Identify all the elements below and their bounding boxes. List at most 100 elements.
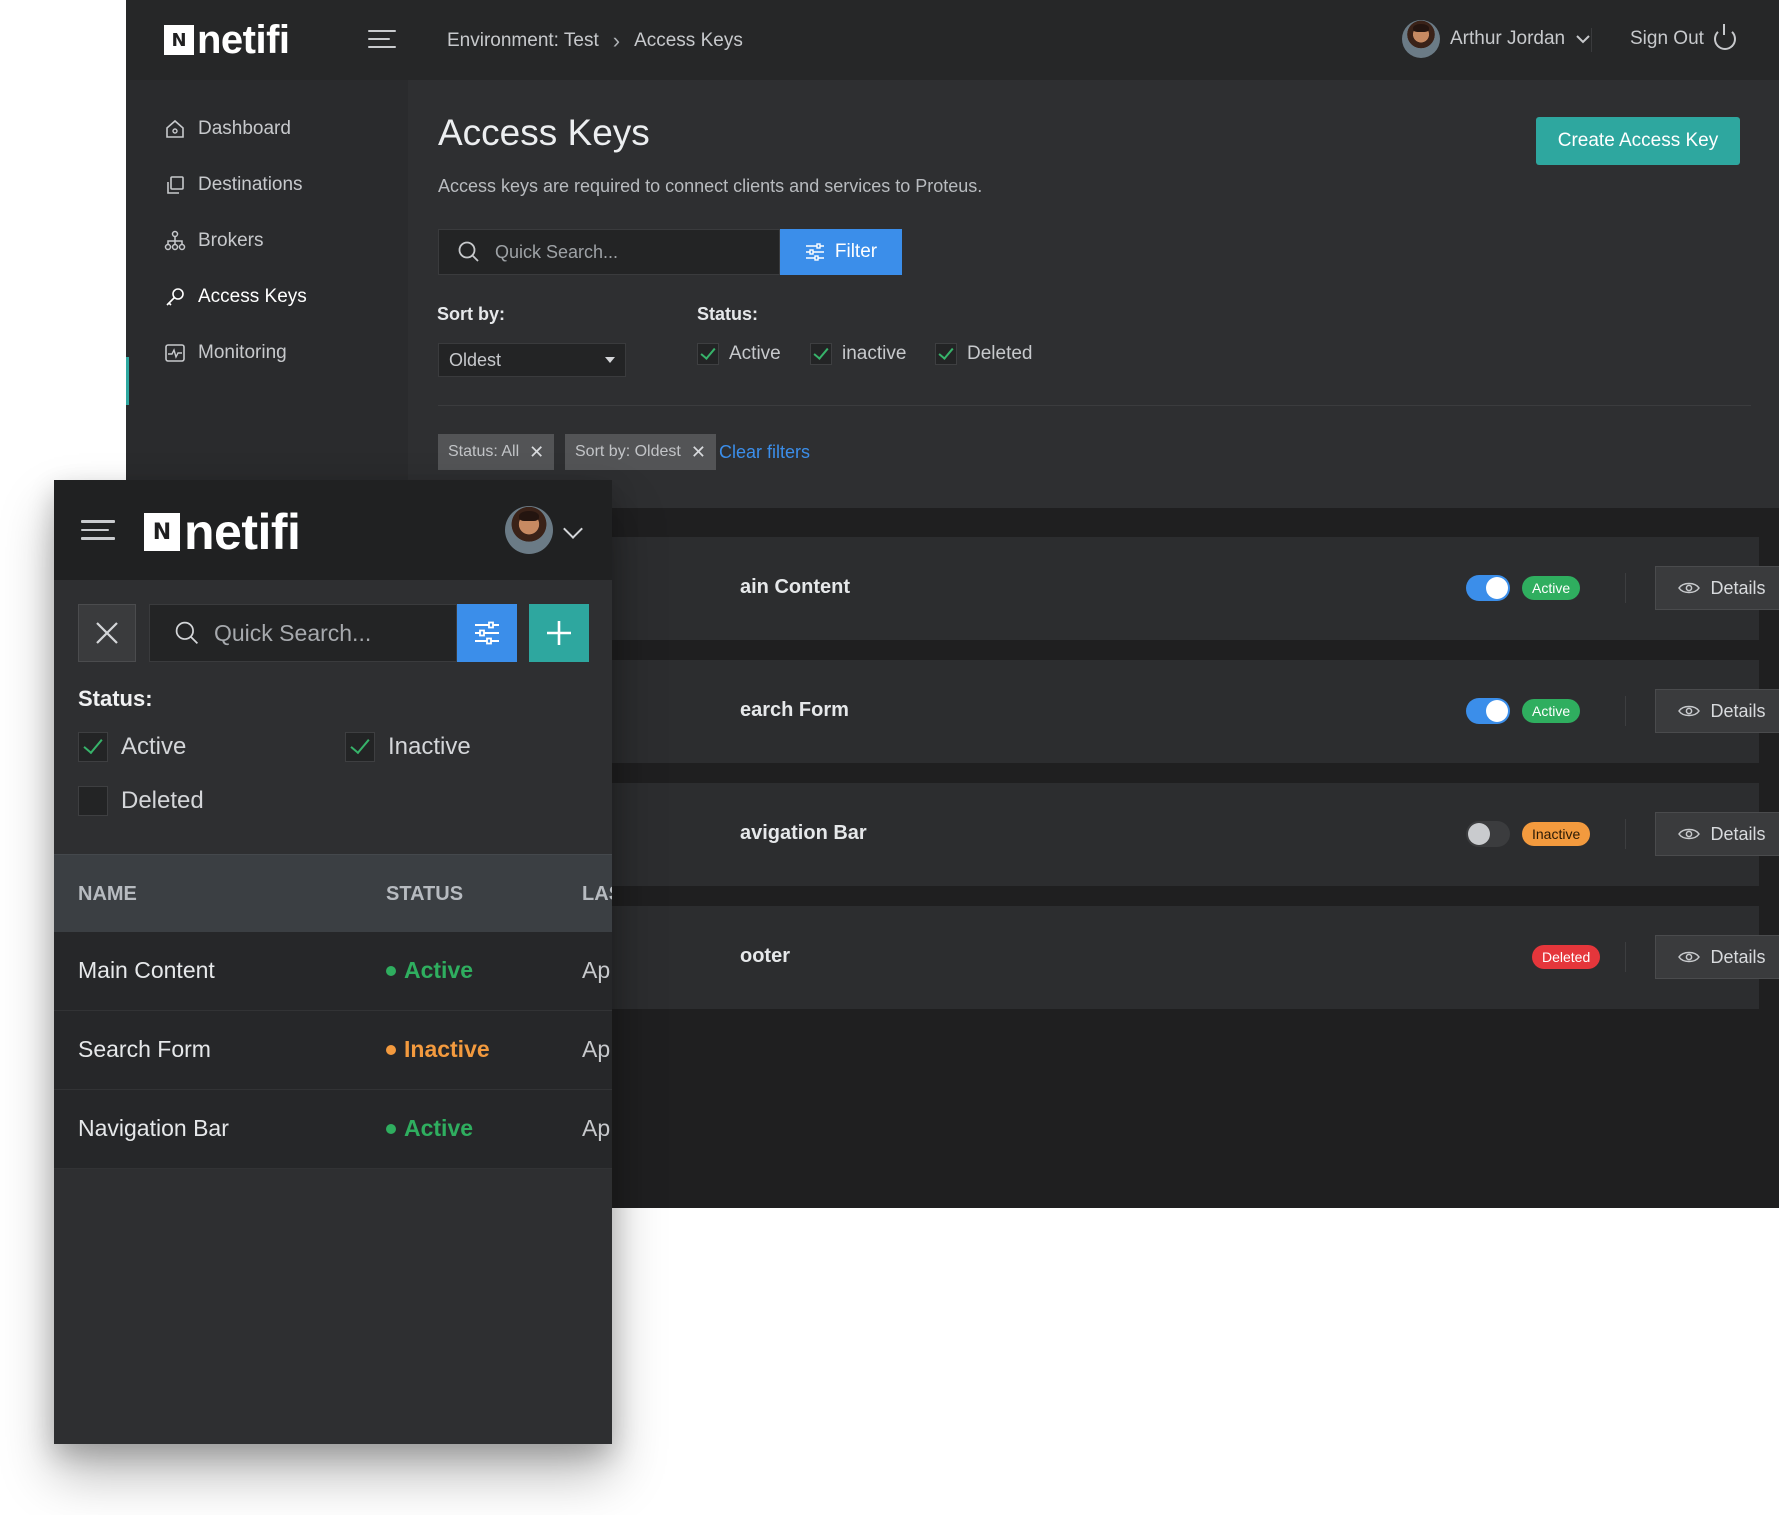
avatar[interactable] [505, 506, 553, 554]
column-header-status[interactable]: STATUS [386, 883, 463, 906]
sliders-icon [475, 621, 499, 645]
user-menu[interactable]: Arthur Jordan [1402, 20, 1591, 58]
breadcrumb-current: Access Keys [634, 30, 743, 51]
chip-label: Sort by: Oldest [575, 443, 681, 460]
checkbox-unchecked[interactable] [78, 786, 108, 816]
status-badge: Active [1522, 576, 1581, 600]
status-toggle[interactable] [1466, 821, 1510, 847]
sort-label: Sort by: [437, 304, 506, 324]
status-checkbox-active[interactable]: Active [78, 732, 186, 762]
column-header-name[interactable]: NAME [78, 883, 137, 906]
netifi-logo[interactable]: N netifi [164, 20, 290, 60]
eye-icon [1678, 705, 1701, 717]
checkbox-checked[interactable] [935, 343, 957, 365]
page-title: Access Keys [438, 112, 650, 153]
logo-wordmark: netifi [184, 504, 301, 560]
hamburger-menu-icon[interactable] [81, 520, 115, 540]
row-status: Inactive [386, 1036, 490, 1063]
checkbox-checked[interactable] [810, 343, 832, 365]
status-checkbox-inactive[interactable]: Inactive [345, 732, 471, 762]
breadcrumb-environment[interactable]: Environment: Test [447, 30, 599, 52]
details-button[interactable]: Details [1655, 689, 1779, 733]
create-access-key-button[interactable]: Create Access Key [1536, 117, 1740, 165]
filter-chip-status[interactable]: Status: All ✕ [438, 434, 555, 470]
status-toggle[interactable] [1466, 698, 1510, 724]
sidebar-item-destinations[interactable]: Destinations [164, 174, 303, 196]
details-button[interactable]: Details [1655, 935, 1779, 979]
avatar [1402, 20, 1440, 58]
row-last: Ap [582, 957, 611, 983]
status-checkbox-deleted[interactable]: Deleted [78, 786, 204, 816]
sidebar-item-access-keys[interactable]: Access Keys [164, 286, 307, 308]
network-icon [164, 230, 186, 251]
sidebar-item-dashboard[interactable]: Dashboard [164, 118, 291, 140]
filter-chip-sort[interactable]: Sort by: Oldest ✕ [565, 434, 716, 470]
table-header: NAME STATUS LAS [54, 854, 612, 933]
sidebar-item-label: Brokers [198, 230, 264, 251]
logo-mark: N [144, 513, 180, 551]
row-name: earch Form [740, 699, 849, 721]
sidebar-item-monitoring[interactable]: Monitoring [164, 342, 287, 364]
status-toggle[interactable] [1466, 575, 1510, 601]
add-access-key-button[interactable] [529, 604, 589, 662]
close-button[interactable] [78, 604, 136, 662]
pulse-icon [165, 344, 185, 362]
divider [438, 405, 1751, 406]
details-label: Details [1710, 823, 1766, 844]
sidebar-item-label: Access Keys [198, 286, 307, 307]
sidebar-active-indicator [126, 357, 129, 405]
row-status-label: Active [404, 1115, 474, 1141]
checkbox-label: Deleted [967, 343, 1033, 364]
row-name: ain Content [740, 576, 850, 598]
row-name: Search Form [78, 1036, 211, 1062]
sign-out-button[interactable]: Sign Out [1630, 24, 1736, 50]
details-button[interactable]: Details [1655, 812, 1779, 856]
column-header-last[interactable]: LAS [582, 883, 612, 906]
clear-filters-link[interactable]: Clear filters [719, 442, 810, 463]
status-checkbox-deleted[interactable]: Deleted [935, 343, 1033, 365]
sidebar-item-label: Monitoring [198, 342, 287, 363]
row-name: ooter [740, 945, 790, 967]
filter-label: Filter [834, 241, 878, 262]
status-checkbox-inactive[interactable]: inactive [810, 343, 906, 365]
search-input[interactable] [212, 618, 456, 648]
status-badge: Inactive [1522, 822, 1591, 846]
row-divider [1625, 696, 1626, 726]
details-button[interactable]: Details [1655, 566, 1779, 610]
checkbox-label: Inactive [388, 733, 471, 760]
sidebar-item-brokers[interactable]: Brokers [164, 230, 263, 252]
status-dot [386, 1123, 396, 1134]
table-row[interactable]: Navigation Bar Active Ap [54, 1090, 612, 1169]
hamburger-menu-icon[interactable] [368, 30, 396, 48]
top-bar: N netifi Environment: Test › Access Keys… [126, 0, 1779, 80]
checkbox-checked[interactable] [345, 732, 375, 762]
checkbox-checked[interactable] [78, 732, 108, 762]
status-checkbox-active[interactable]: Active [697, 343, 781, 365]
logo-mark: N [164, 25, 194, 55]
eye-icon [1678, 951, 1701, 963]
checkbox-checked[interactable] [697, 343, 719, 365]
status-dot [386, 965, 396, 976]
details-label: Details [1710, 946, 1766, 967]
close-icon[interactable]: ✕ [529, 442, 544, 463]
key-icon [166, 288, 184, 306]
checkbox-label: Active [121, 733, 187, 760]
table-row[interactable]: Main Content Active Ap [54, 932, 612, 1011]
search-input[interactable] [493, 240, 767, 264]
chevron-down-icon[interactable] [563, 519, 583, 539]
eye-icon [1678, 582, 1701, 594]
table-row[interactable]: Search Form Inactive Ap [54, 1011, 612, 1090]
filter-button[interactable]: Filter [780, 229, 902, 275]
checkbox-label: Deleted [121, 787, 204, 814]
chip-label: Status: All [448, 443, 520, 460]
row-status-label: Active [404, 957, 474, 983]
mobile-panel: N netifi Status: Active Inactive Deleted… [54, 480, 612, 1444]
close-icon[interactable]: ✕ [691, 442, 706, 463]
eye-icon [1678, 828, 1701, 840]
breadcrumb: Environment: Test › Access Keys [447, 28, 743, 54]
topbar-divider [1591, 28, 1592, 52]
sort-select[interactable]: Oldest [438, 343, 626, 377]
row-name: avigation Bar [740, 822, 867, 844]
netifi-logo[interactable]: N netifi [144, 504, 301, 560]
filter-button[interactable] [457, 604, 517, 662]
